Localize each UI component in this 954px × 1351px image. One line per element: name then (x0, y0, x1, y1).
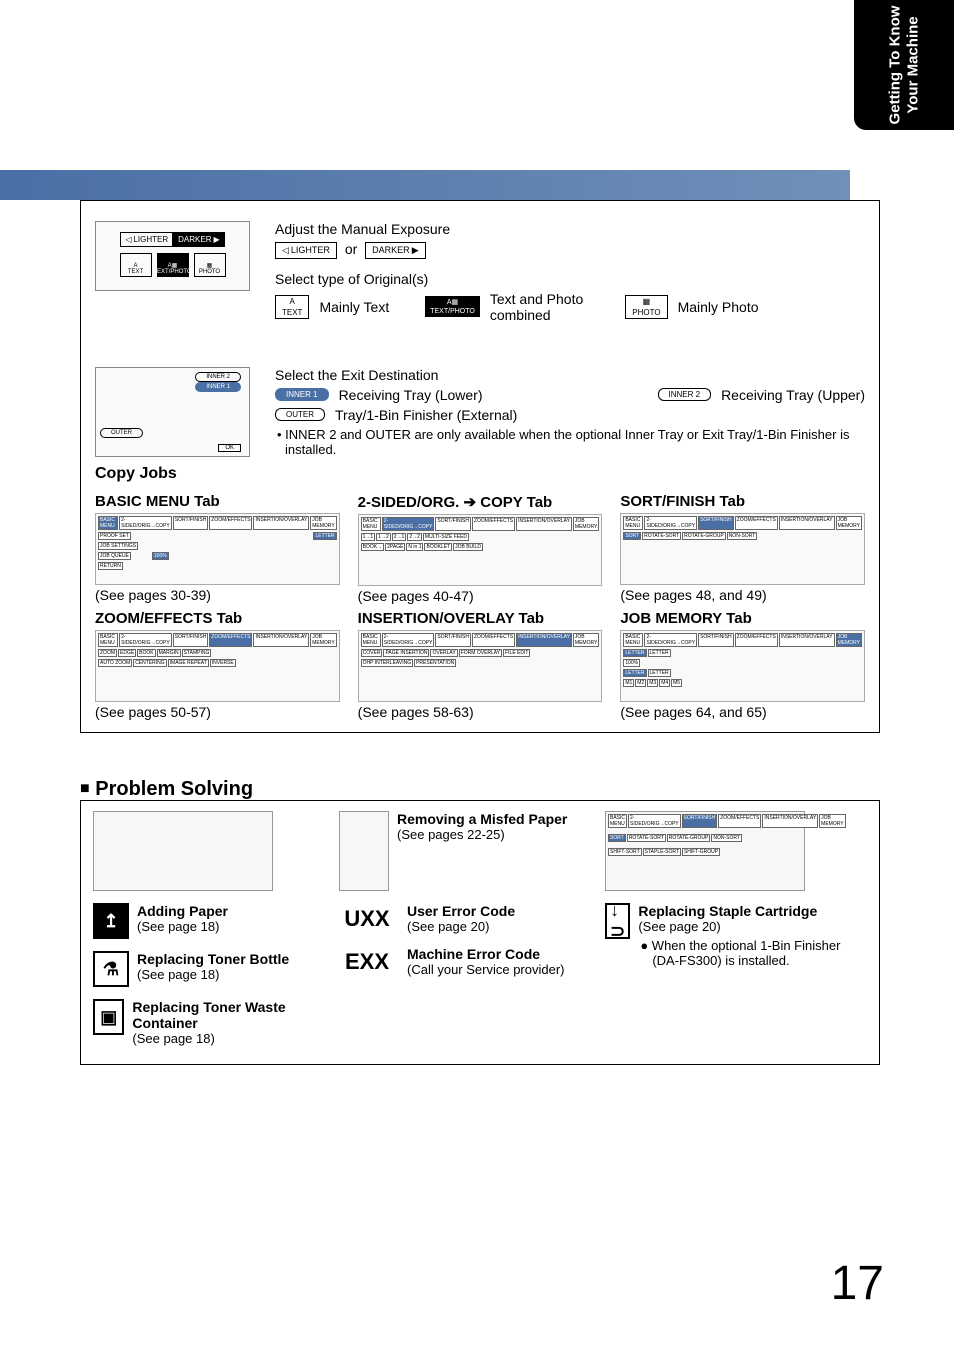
add-paper-ref: (See page 18) (137, 919, 228, 934)
problem-solving-header: ■ Problem Solving (80, 778, 253, 801)
sort-tab-title: SORT/FINISH Tab (620, 493, 865, 510)
twosided-panel: BASIC MENU2-SIDED/ORIG→COPYSORT/FINISHZO… (358, 514, 603, 586)
darker-button[interactable]: DARKER ▶ (365, 242, 425, 259)
text-label: Mainly Text (319, 299, 389, 315)
exit-title: Select the Exit Destination (275, 367, 865, 383)
text-button[interactable]: ATEXT (275, 295, 309, 319)
original-title: Select type of Original(s) (275, 271, 865, 287)
insert-tab-title: INSERTION/OVERLAY Tab (358, 610, 603, 627)
inner1-label: Receiving Tray (Lower) (339, 387, 483, 403)
staple-icon: ↓⊃ (605, 903, 630, 939)
inner1-button[interactable]: INNER 1 (275, 388, 329, 401)
exx-title: Machine Error Code (407, 946, 565, 962)
jobmem-panel: BASIC MENU2-SIDED/ORIG→COPYSORT/FINISHZO… (620, 630, 865, 702)
uxx-code: UXX (339, 906, 395, 932)
exit-panel-diagram: INNER 2 INNER 1 OUTER OK Copy Jobs (95, 367, 275, 483)
waste-ref: (See page 18) (132, 1031, 323, 1046)
uxx-title: User Error Code (407, 903, 515, 919)
jobmem-ref: (See pages 64, and 65) (620, 704, 865, 720)
textphoto-button[interactable]: A▦TEXT/PHOTO (425, 296, 480, 317)
zoom-tab-title: ZOOM/EFFECTS Tab (95, 610, 340, 627)
basic-menu-tab-title: BASIC MENU Tab (95, 493, 340, 510)
toner-title: Replacing Toner Bottle (137, 951, 289, 967)
insert-panel: BASIC MENU2-SIDED/ORIG→COPYSORT/FINISHZO… (358, 630, 603, 702)
insert-ref: (See pages 58-63) (358, 704, 603, 720)
problem-solving-box: ↥ Adding Paper (See page 18) ⚗ Replacing… (80, 800, 880, 1065)
inner2-button[interactable]: INNER 2 (658, 388, 712, 401)
add-paper-title: Adding Paper (137, 903, 228, 919)
side-tab-line2: Your Machine (904, 16, 921, 113)
exposure-panel-diagram: ◁ LIGHTER DARKER ▶ ATEXT A▦TEXT/PHOTO ▦P… (95, 221, 275, 327)
waste-title: Replacing Toner Waste Container (132, 999, 323, 1031)
outer-label: Tray/1-Bin Finisher (External) (335, 407, 517, 423)
misfed-title: Removing a Misfed Paper (397, 811, 567, 827)
misfed-diagram (339, 811, 389, 891)
combo-label2: combined (490, 307, 551, 323)
side-tab-line1: Getting To Know (886, 6, 903, 125)
side-tab: Getting To Know Your Machine (854, 0, 954, 130)
twosided-tab-title: 2-SIDED/ORG. ➔ COPY Tab (358, 493, 603, 511)
add-paper-screen (93, 811, 273, 891)
sort-ref: (See pages 48, and 49) (620, 587, 865, 603)
staple-ref: (See page 20) (638, 919, 867, 934)
waste-icon: ▣ (93, 999, 124, 1035)
tabs-grid: BASIC MENU Tab BASIC MENU2-SIDED/ORIG→CO… (95, 493, 865, 720)
photo-button[interactable]: ▦PHOTO (625, 295, 667, 319)
zoom-panel: BASIC MENU2-SIDED/ORIG→COPYSORT/FINISHZO… (95, 630, 340, 702)
photo-label: Mainly Photo (678, 299, 759, 315)
twosided-ref: (See pages 40-47) (358, 588, 603, 604)
toner-icon: ⚗ (93, 951, 129, 987)
zoom-ref: (See pages 50-57) (95, 704, 340, 720)
square-bullet-icon: ■ (80, 780, 90, 797)
text-btn-diagram: ATEXT (120, 253, 152, 277)
page-number: 17 (831, 1256, 884, 1311)
copy-jobs-caption: Copy Jobs (95, 465, 275, 483)
staple-title: Replacing Staple Cartridge (638, 903, 867, 919)
basic-menu-ref: (See pages 30-39) (95, 587, 340, 603)
or-text: or (345, 241, 357, 257)
combo-label1: Text and Photo (490, 291, 583, 307)
exx-ref: (Call your Service provider) (407, 962, 565, 977)
add-paper-icon: ↥ (93, 903, 129, 939)
uxx-ref: (See page 20) (407, 919, 515, 934)
lighter-btn-diagram: ◁ LIGHTER (120, 232, 173, 247)
misfed-ref: (See pages 22-25) (397, 827, 567, 842)
basic-menu-panel: BASIC MENU2-SIDED/ORIG→COPYSORT/FINISHZO… (95, 513, 340, 585)
outer-button[interactable]: OUTER (275, 408, 325, 421)
exposure-title: Adjust the Manual Exposure (275, 221, 865, 237)
jobmem-tab-title: JOB MEMORY Tab (620, 610, 865, 627)
inner2-label: Receiving Tray (Upper) (721, 387, 865, 403)
lighter-button[interactable]: ◁ LIGHTER (275, 242, 337, 259)
photo-btn-diagram: ▦PHOTO (194, 253, 226, 277)
exit-note: • INNER 2 and OUTER are only available w… (275, 427, 865, 457)
exx-code: EXX (339, 949, 395, 975)
sort-panel: BASIC MENU2-SIDED/ORIG→COPYSORT/FINISHZO… (620, 513, 865, 585)
main-content-box: ◁ LIGHTER DARKER ▶ ATEXT A▦TEXT/PHOTO ▦P… (80, 200, 880, 733)
staple-screen: BASIC MENU2-SIDED/ORIG→COPYSORT/FINISHZO… (605, 811, 805, 891)
darker-btn-diagram: DARKER ▶ (173, 232, 225, 247)
header-bar (0, 170, 850, 200)
textphoto-btn-diagram: A▦TEXT/PHOTO (157, 253, 189, 277)
staple-note: ● When the optional 1-Bin Finisher (DA-F… (638, 938, 867, 968)
toner-ref: (See page 18) (137, 967, 289, 982)
